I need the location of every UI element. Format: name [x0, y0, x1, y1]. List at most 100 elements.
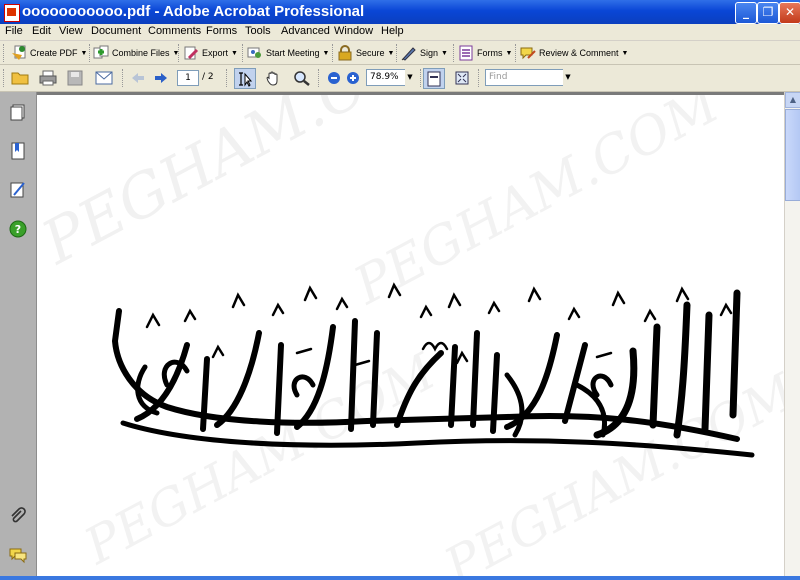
- review-comment-label: Review & Comment: [539, 48, 619, 58]
- printer-icon: [39, 70, 57, 86]
- menu-window[interactable]: Window: [334, 25, 373, 37]
- signatures-icon[interactable]: [9, 181, 27, 199]
- print-button[interactable]: [38, 69, 58, 87]
- menu-file[interactable]: File: [5, 25, 23, 37]
- menu-help[interactable]: Help: [381, 25, 404, 37]
- toolbar-grip[interactable]: [122, 69, 126, 87]
- sign-label: Sign: [420, 48, 439, 58]
- next-page-button[interactable]: [151, 69, 171, 87]
- arrow-right-icon: [155, 73, 167, 83]
- chevron-down-icon: ▼: [80, 49, 88, 57]
- hand-icon: [266, 71, 278, 86]
- save-button[interactable]: [65, 69, 85, 87]
- page-separator: /: [202, 72, 206, 82]
- find-dropdown[interactable]: ▼: [563, 69, 573, 86]
- attachments-paperclip-icon[interactable]: [9, 507, 27, 525]
- secure-label: Secure: [356, 48, 385, 58]
- pen-icon: [401, 47, 416, 61]
- zoom-tool-button[interactable]: [292, 69, 312, 87]
- menu-forms[interactable]: Forms: [206, 25, 237, 37]
- zoom-in-button[interactable]: [343, 69, 363, 87]
- menu-bar: File Edit View Document Comments Forms T…: [0, 24, 800, 41]
- email-button[interactable]: [94, 69, 114, 87]
- single-page-view-button[interactable]: [423, 68, 445, 89]
- open-button[interactable]: [10, 69, 30, 87]
- menu-tools[interactable]: Tools: [245, 25, 271, 37]
- toolbar-grip[interactable]: [3, 69, 7, 87]
- text-select-cursor-icon: [239, 71, 253, 87]
- toolbar-grip[interactable]: [478, 69, 482, 87]
- menu-comments[interactable]: Comments: [148, 25, 201, 37]
- pages-icon[interactable]: [9, 104, 27, 122]
- toolbar-grip[interactable]: [178, 44, 182, 62]
- chevron-down-icon: ▼: [322, 49, 330, 57]
- svg-text:?: ?: [15, 223, 21, 236]
- menu-view[interactable]: View: [59, 25, 83, 37]
- menu-document[interactable]: Document: [91, 25, 141, 37]
- combine-files-button[interactable]: Combine Files ▼: [93, 44, 179, 62]
- toolbar-grip[interactable]: [318, 69, 322, 87]
- zoom-level-input[interactable]: 78.9%: [366, 69, 407, 86]
- zoom-out-icon: [328, 72, 340, 84]
- toolbar-grip[interactable]: [3, 44, 7, 62]
- pdf-app-icon[interactable]: [4, 4, 20, 22]
- zoom-in-icon: [347, 72, 359, 84]
- toolbar-grip[interactable]: [515, 44, 519, 62]
- page-number-input[interactable]: 1: [177, 70, 199, 86]
- zoom-magnifier-icon: [294, 71, 310, 86]
- navigation-toolbar: 1 / 2 78.9% ▼ Find ▼: [0, 65, 800, 92]
- page-count: / 2: [202, 72, 214, 82]
- arrow-left-icon: [132, 73, 144, 83]
- lock-icon: [338, 45, 352, 61]
- fit-page-button[interactable]: [452, 69, 472, 87]
- forms-button[interactable]: Forms ▼: [458, 44, 512, 62]
- zoom-dropdown[interactable]: ▼: [405, 69, 415, 86]
- email-icon: [95, 71, 113, 85]
- create-pdf-icon: [12, 45, 26, 60]
- page-layout-icon: [427, 71, 441, 86]
- hand-tool-button[interactable]: [263, 69, 283, 87]
- window-title: ooooooooooo.pdf - Adobe Acrobat Professi…: [22, 3, 365, 20]
- forms-label: Forms: [477, 48, 503, 58]
- chevron-down-icon: ▼: [387, 49, 395, 57]
- help-icon[interactable]: ?: [9, 220, 27, 238]
- review-comment-button[interactable]: Review & Comment ▼: [520, 44, 628, 62]
- toolbar-grip[interactable]: [242, 44, 246, 62]
- previous-page-button[interactable]: [128, 69, 148, 87]
- document-area[interactable]: PEGHAM.COM PEGHAM.COM PEGHAM.COM PEGHAM.…: [37, 92, 784, 580]
- title-bar: ooooooooooo.pdf - Adobe Acrobat Professi…: [0, 0, 800, 24]
- sign-button[interactable]: Sign ▼: [401, 44, 448, 62]
- toolbar-grip[interactable]: [453, 44, 457, 62]
- pdf-page[interactable]: PEGHAM.COM PEGHAM.COM PEGHAM.COM PEGHAM.…: [37, 95, 784, 580]
- review-comment-icon: [520, 47, 536, 60]
- taskbar-edge: [0, 576, 800, 580]
- bookmarks-icon[interactable]: [9, 142, 27, 160]
- create-pdf-button[interactable]: Create PDF ▼: [11, 44, 87, 62]
- vertical-scrollbar[interactable]: ▲: [784, 92, 800, 580]
- start-meeting-label: Start Meeting: [266, 48, 320, 58]
- scroll-up-arrow-icon[interactable]: ▲: [785, 92, 800, 108]
- select-tool-button[interactable]: [234, 68, 256, 89]
- chevron-down-icon: ▼: [505, 49, 513, 57]
- toolbar-grip[interactable]: [396, 44, 400, 62]
- zoom-out-button[interactable]: [324, 69, 344, 87]
- secure-button[interactable]: Secure ▼: [337, 44, 394, 62]
- folder-icon: [11, 72, 29, 85]
- start-meeting-button[interactable]: Start Meeting ▼: [247, 44, 329, 62]
- scroll-thumb[interactable]: [785, 109, 800, 201]
- export-button[interactable]: Export ▼: [183, 44, 238, 62]
- chevron-down-icon: ▼: [441, 49, 448, 57]
- close-button[interactable]: ✕: [779, 2, 800, 24]
- find-input[interactable]: Find: [485, 69, 567, 86]
- toolbar-grip[interactable]: [332, 44, 336, 62]
- restore-button[interactable]: ❐: [757, 2, 779, 24]
- minimize-button[interactable]: _: [735, 2, 757, 24]
- comments-icon[interactable]: [9, 546, 27, 564]
- menu-edit[interactable]: Edit: [32, 25, 51, 37]
- chevron-down-icon: ▼: [621, 49, 629, 57]
- forms-icon: [459, 45, 473, 61]
- page-total: 2: [207, 72, 214, 82]
- toolbar-grip[interactable]: [226, 69, 230, 87]
- menu-advanced[interactable]: Advanced: [281, 25, 330, 37]
- combine-files-icon: [93, 45, 109, 59]
